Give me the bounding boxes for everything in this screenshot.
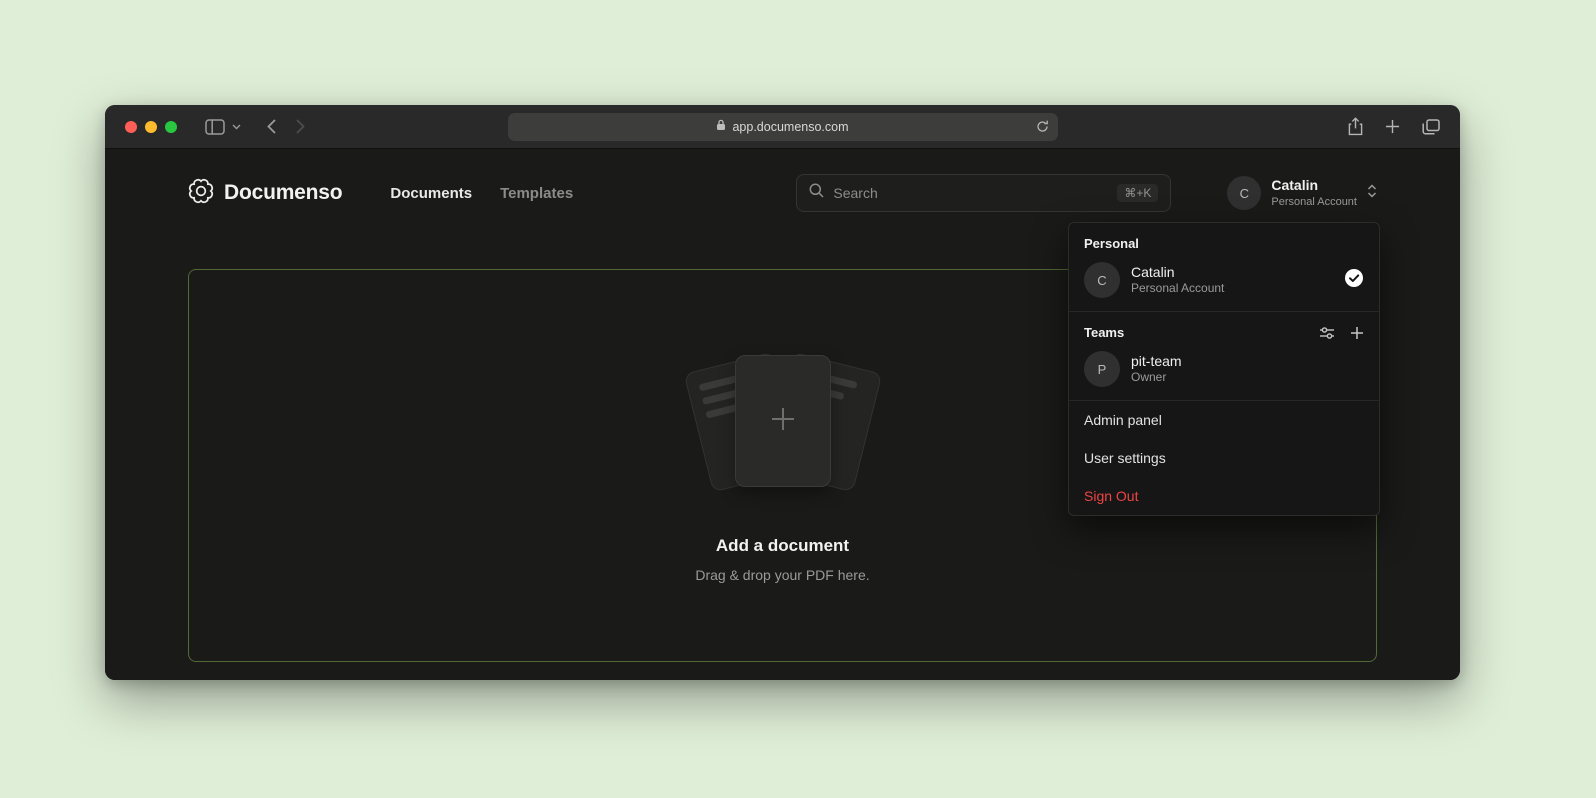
account-subtitle: Personal Account (1271, 195, 1357, 209)
search-icon (809, 183, 824, 203)
search-input[interactable] (833, 185, 1108, 201)
minimize-window-button[interactable] (145, 121, 157, 133)
zoom-window-button[interactable] (165, 121, 177, 133)
search-box: ⌘+K (796, 174, 1171, 212)
documenso-logo-icon (188, 178, 214, 209)
document-stack-illustration (683, 348, 883, 498)
teams-actions (1319, 326, 1364, 340)
brand[interactable]: Documenso (188, 178, 342, 209)
main-nav: Documents Templates (390, 185, 573, 202)
share-icon[interactable] (1348, 117, 1363, 136)
illustration-card-center (735, 355, 831, 487)
chevron-up-down-icon (1367, 183, 1377, 204)
personal-section-label: Personal (1069, 223, 1379, 257)
address-bar[interactable]: app.documenso.com (508, 113, 1058, 141)
teams-section-header: Teams (1069, 312, 1379, 346)
tab-overview-icon[interactable] (1422, 119, 1440, 135)
avatar: P (1084, 351, 1120, 387)
sidebar-chevron-down-icon[interactable] (232, 124, 241, 130)
brand-name: Documenso (224, 181, 342, 205)
menu-item-sign-out[interactable]: Sign Out (1069, 477, 1379, 515)
app-header: Documenso Documents Templates ⌘+K C Cata… (188, 149, 1377, 215)
avatar: C (1227, 176, 1261, 210)
dropzone-subtitle: Drag & drop your PDF here. (695, 567, 869, 583)
plus-icon (769, 405, 797, 438)
account-menu-button[interactable]: C Catalin Personal Account (1227, 176, 1377, 210)
personal-account-name: Catalin (1131, 263, 1224, 281)
url-text: app.documenso.com (732, 120, 848, 134)
menu-item-user-settings[interactable]: User settings (1069, 439, 1379, 477)
menu-item-admin-panel[interactable]: Admin panel (1069, 401, 1379, 439)
avatar: C (1084, 262, 1120, 298)
titlebar-right-actions (1348, 117, 1440, 136)
nav-documents[interactable]: Documents (390, 185, 472, 202)
personal-account-item[interactable]: C Catalin Personal Account (1069, 257, 1379, 311)
sidebar-toggle-icon[interactable] (205, 119, 225, 135)
lock-icon (716, 119, 726, 134)
close-window-button[interactable] (125, 121, 137, 133)
browser-titlebar: app.documenso.com (105, 105, 1460, 149)
forward-button[interactable] (296, 119, 305, 134)
personal-account-text: Catalin Personal Account (1131, 263, 1224, 297)
browser-window: app.documenso.com (105, 105, 1460, 680)
back-button[interactable] (267, 119, 276, 134)
manage-teams-icon[interactable] (1319, 326, 1335, 340)
traffic-lights (125, 121, 177, 133)
add-team-icon[interactable] (1350, 326, 1364, 340)
dropzone-title: Add a document (716, 536, 849, 556)
teams-section-label: Teams (1084, 325, 1124, 340)
account-text: Catalin Personal Account (1271, 177, 1357, 209)
team-item-text: pit-team Owner (1131, 352, 1182, 386)
selected-check-icon (1344, 268, 1364, 293)
nav-templates[interactable]: Templates (500, 185, 573, 202)
new-tab-icon[interactable] (1385, 119, 1400, 134)
team-role: Owner (1131, 370, 1182, 386)
account-dropdown-menu: Personal C Catalin Personal Account Team… (1068, 222, 1380, 516)
search-shortcut-badge: ⌘+K (1117, 184, 1158, 202)
team-item[interactable]: P pit-team Owner (1069, 346, 1379, 400)
account-name: Catalin (1271, 177, 1357, 195)
team-name: pit-team (1131, 352, 1182, 370)
personal-account-subtitle: Personal Account (1131, 281, 1224, 297)
refresh-icon[interactable] (1036, 120, 1049, 136)
